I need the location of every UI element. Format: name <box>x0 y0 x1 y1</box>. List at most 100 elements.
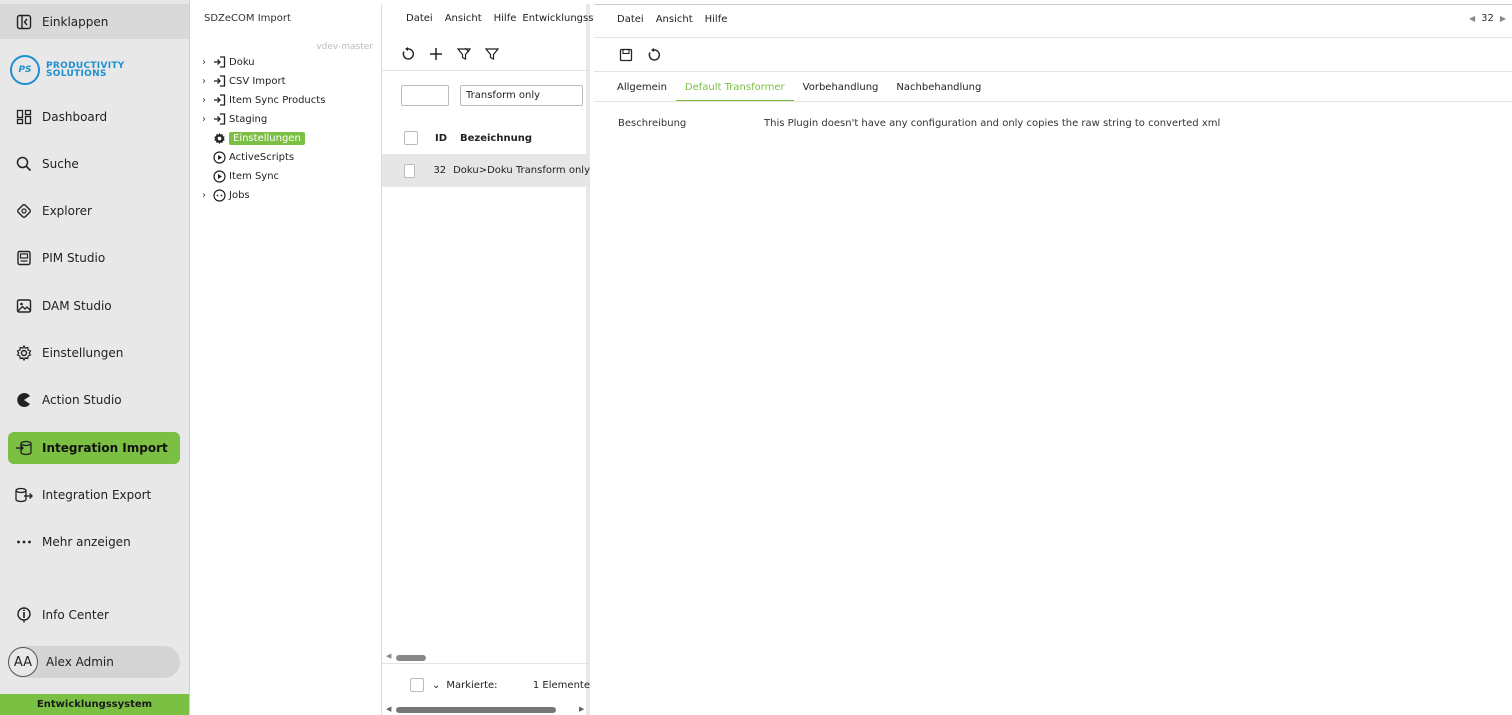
detail-menubar: Datei Ansicht Hilfe <box>617 14 727 25</box>
table-row[interactable]: 32 Doku>Doku Transform only <box>382 154 590 187</box>
chevron-right-icon[interactable]: › <box>202 57 212 68</box>
filter-clear-icon[interactable] <box>456 46 472 62</box>
record-number: 32 <box>1481 13 1494 24</box>
scroll-right-icon[interactable]: ▶ <box>579 705 584 713</box>
nav-item-info-center[interactable]: Info Center <box>8 599 180 631</box>
tree-label: Item Sync <box>229 170 280 182</box>
info-icon <box>14 605 34 625</box>
nav-label: Integration Export <box>42 488 152 502</box>
tree-item-einstellungen[interactable]: Einstellungen <box>202 129 305 147</box>
logo-mark: PS <box>10 55 40 85</box>
menu-ansicht[interactable]: Ansicht <box>656 14 693 25</box>
avatar: AA <box>8 647 38 677</box>
menu-datei[interactable]: Datei <box>617 14 644 25</box>
footer-checkbox[interactable] <box>410 678 424 692</box>
chevron-right-icon[interactable]: › <box>202 95 212 106</box>
refresh-icon[interactable] <box>646 47 662 63</box>
tree-label: ActiveScripts <box>229 151 295 163</box>
chevron-down-icon[interactable]: ⌄ <box>432 680 440 691</box>
horizontal-scrollbar-thumb[interactable] <box>396 655 426 661</box>
nav-label: Explorer <box>42 204 92 218</box>
import-icon <box>212 112 226 126</box>
more-icon <box>14 532 34 552</box>
collapse-icon <box>14 12 34 32</box>
collapse-button[interactable]: Einklappen <box>0 4 189 39</box>
list-footer: ⌄ Markierte: 1 Elemente <box>382 678 590 692</box>
detail-tabs: Allgemein Default Transformer Vorbehandl… <box>608 77 990 102</box>
nav-label: Info Center <box>42 608 109 622</box>
dashboard-icon <box>14 107 34 127</box>
tree-item-csv-import[interactable]: › CSV Import <box>202 72 286 90</box>
scroll-left-icon[interactable]: ◀ <box>386 705 391 713</box>
menu-datei[interactable]: Datei <box>406 13 433 24</box>
import-icon <box>212 74 226 88</box>
export-icon <box>14 485 34 505</box>
nav-item-explorer[interactable]: Explorer <box>8 195 180 227</box>
tree-label: Item Sync Products <box>229 94 326 106</box>
nav-item-integration-import[interactable]: Integration Import <box>8 432 180 464</box>
chevron-right-icon[interactable]: › <box>202 114 212 125</box>
tree-item-activescripts[interactable]: ActiveScripts <box>202 148 294 166</box>
tree-item-item-sync-products[interactable]: › Item Sync Products <box>202 91 325 109</box>
record-pager: ◀ 32 ▶ <box>1469 13 1506 24</box>
tree-item-jobs[interactable]: › Jobs <box>202 186 250 204</box>
gear-icon <box>14 343 34 363</box>
nav-label: Mehr anzeigen <box>42 535 131 549</box>
select-all-checkbox[interactable] <box>404 131 418 145</box>
nav-item-integration-export[interactable]: Integration Export <box>8 479 180 511</box>
row-checkbox[interactable] <box>404 163 416 178</box>
detail-panel: Datei Ansicht Hilfe ◀ 32 ▶ Allgemein Def… <box>594 4 1512 715</box>
explorer-icon <box>14 201 34 221</box>
tree-label: Jobs <box>229 189 250 201</box>
main-navigation: Einklappen PS PRODUCTIVITY SOLUTIONS Das… <box>0 0 190 715</box>
tree-label: Einstellungen <box>229 131 305 145</box>
nav-item-dashboard[interactable]: Dashboard <box>8 101 180 133</box>
menu-hilfe[interactable]: Hilfe <box>705 14 728 25</box>
next-icon[interactable]: ▶ <box>1500 14 1506 23</box>
chevron-right-icon[interactable]: › <box>202 190 212 201</box>
refresh-icon[interactable] <box>400 46 416 62</box>
menu-ansicht[interactable]: Ansicht <box>445 13 482 24</box>
tab-allgemein[interactable]: Allgemein <box>608 77 676 102</box>
column-header-id[interactable]: ID <box>435 133 460 144</box>
nav-item-settings[interactable]: Einstellungen <box>8 337 180 369</box>
horizontal-scrollbar-thumb[interactable] <box>396 707 556 713</box>
image-icon <box>14 296 34 316</box>
nav-item-more[interactable]: Mehr anzeigen <box>8 526 180 558</box>
nav-item-action-studio[interactable]: Action Studio <box>8 384 180 416</box>
nav-label: Einstellungen <box>42 346 124 360</box>
jobs-icon <box>212 188 226 202</box>
tree-item-doku[interactable]: › Doku <box>202 53 255 71</box>
tree-item-staging[interactable]: › Staging <box>202 110 267 128</box>
nav-label: DAM Studio <box>42 299 112 313</box>
filter-icon[interactable] <box>484 46 500 62</box>
user-menu[interactable]: AA Alex Admin <box>8 646 180 678</box>
tab-vorbehandlung[interactable]: Vorbehandlung <box>794 77 888 102</box>
save-icon[interactable] <box>618 47 634 63</box>
nav-label: Dashboard <box>42 110 108 124</box>
scroll-left-icon[interactable]: ◀ <box>386 652 391 660</box>
nav-label: Action Studio <box>42 393 122 407</box>
tree-label: Staging <box>229 113 268 125</box>
tree-item-item-sync[interactable]: Item Sync <box>202 167 279 185</box>
user-name: Alex Admin <box>46 655 114 669</box>
nav-item-pim-studio[interactable]: PIM Studio <box>8 242 180 274</box>
element-count: 1 Elemente <box>532 679 590 691</box>
list-panel: Datei Ansicht Hilfe Entwicklungssyste ID… <box>382 4 615 715</box>
name-filter-input[interactable] <box>460 85 583 106</box>
tab-nachbehandlung[interactable]: Nachbehandlung <box>887 77 990 102</box>
chevron-right-icon[interactable]: › <box>202 76 212 87</box>
company-logo: PS PRODUCTIVITY SOLUTIONS <box>10 55 125 85</box>
id-filter-input[interactable] <box>401 85 449 106</box>
tree-label: CSV Import <box>229 75 286 87</box>
add-icon[interactable] <box>428 46 444 62</box>
previous-icon[interactable]: ◀ <box>1469 14 1475 23</box>
description-value: This Plugin doesn't have any configurati… <box>764 118 1221 129</box>
tab-default-transformer[interactable]: Default Transformer <box>675 77 794 102</box>
column-header-name[interactable]: Bezeichnung <box>460 133 532 144</box>
panel-title: SDZeCOM Import <box>204 13 291 24</box>
nav-item-dam-studio[interactable]: DAM Studio <box>8 290 180 322</box>
import-icon <box>212 93 226 107</box>
menu-hilfe[interactable]: Hilfe <box>494 13 517 24</box>
nav-item-search[interactable]: Suche <box>8 148 180 180</box>
